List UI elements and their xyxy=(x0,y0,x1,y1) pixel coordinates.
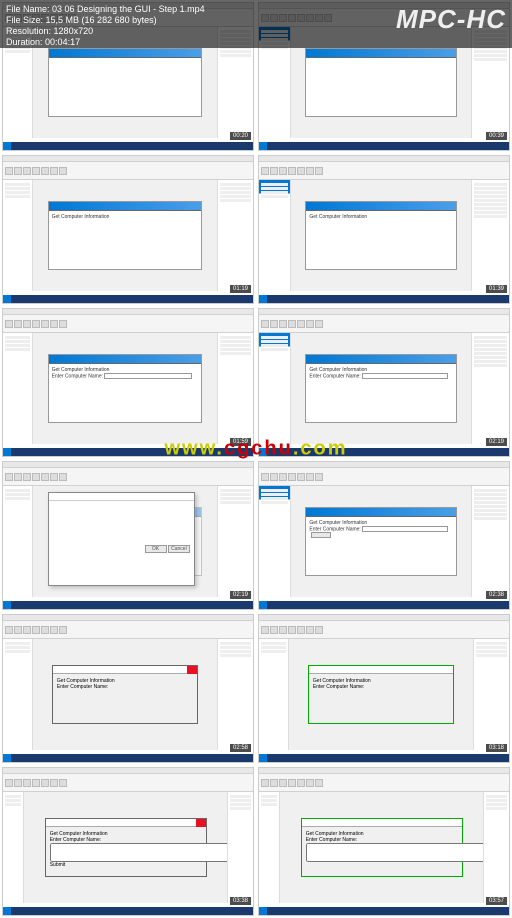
running-form[interactable]: Get Computer Information Enter Computer … xyxy=(52,665,198,724)
thumbnail[interactable]: OK Cancel 02:19 xyxy=(2,461,254,610)
file-info: File Name: 03 06 Designing the GUI - Ste… xyxy=(6,4,205,44)
submit-button[interactable]: Submit xyxy=(50,862,66,868)
file-name-value: 03 06 Designing the GUI - Step 1.mp4 xyxy=(52,4,205,14)
modal-dialog[interactable]: OK Cancel xyxy=(48,492,195,586)
timestamp-badge: 00:20 xyxy=(230,132,251,140)
form-designer[interactable] xyxy=(305,48,456,117)
windows-taskbar xyxy=(3,142,253,150)
computer-name-input[interactable] xyxy=(50,843,231,862)
thumbnail[interactable]: Get Computer Information 01:19 xyxy=(2,155,254,304)
thumbnail[interactable]: Get Computer Information Enter Computer … xyxy=(258,308,510,457)
thumbnail[interactable]: Get Computer Information 01:39 xyxy=(258,155,510,304)
player-logo: MPC-HC xyxy=(396,4,506,44)
duration-value: 00:04:17 xyxy=(45,37,80,47)
player-overlay-header: File Name: 03 06 Designing the GUI - Ste… xyxy=(0,0,512,48)
thumbnail[interactable]: Get Computer Information Enter Computer … xyxy=(258,614,510,763)
thumbnail[interactable]: Get Computer Information Enter Computer … xyxy=(2,308,254,457)
cancel-button[interactable]: Cancel xyxy=(168,545,190,553)
submit-button[interactable] xyxy=(311,532,331,538)
computer-name-input[interactable] xyxy=(104,373,192,379)
thumbnail-grid: 00:20 00:39 Get Computer Information xyxy=(0,0,512,918)
ok-button[interactable]: OK xyxy=(145,545,167,553)
prompt-label: Enter Computer Name: xyxy=(52,373,103,379)
computer-name-input[interactable] xyxy=(362,373,448,379)
thumbnail[interactable]: Get Computer Information Enter Computer … xyxy=(258,767,510,916)
form-designer[interactable] xyxy=(48,48,203,117)
form-designer[interactable]: Get Computer Information xyxy=(48,201,203,270)
file-size-value: 15,5 MB (16 282 680 bytes) xyxy=(46,15,157,25)
thumbnail[interactable]: Get Computer Information Enter Computer … xyxy=(2,614,254,763)
close-icon[interactable] xyxy=(187,666,197,674)
close-icon[interactable] xyxy=(196,819,206,827)
thumbnail[interactable]: Get Computer Information Enter Computer … xyxy=(258,461,510,610)
resolution-value: 1280x720 xyxy=(54,26,94,36)
thumbnail[interactable]: Get Computer Information Enter Computer … xyxy=(2,767,254,916)
